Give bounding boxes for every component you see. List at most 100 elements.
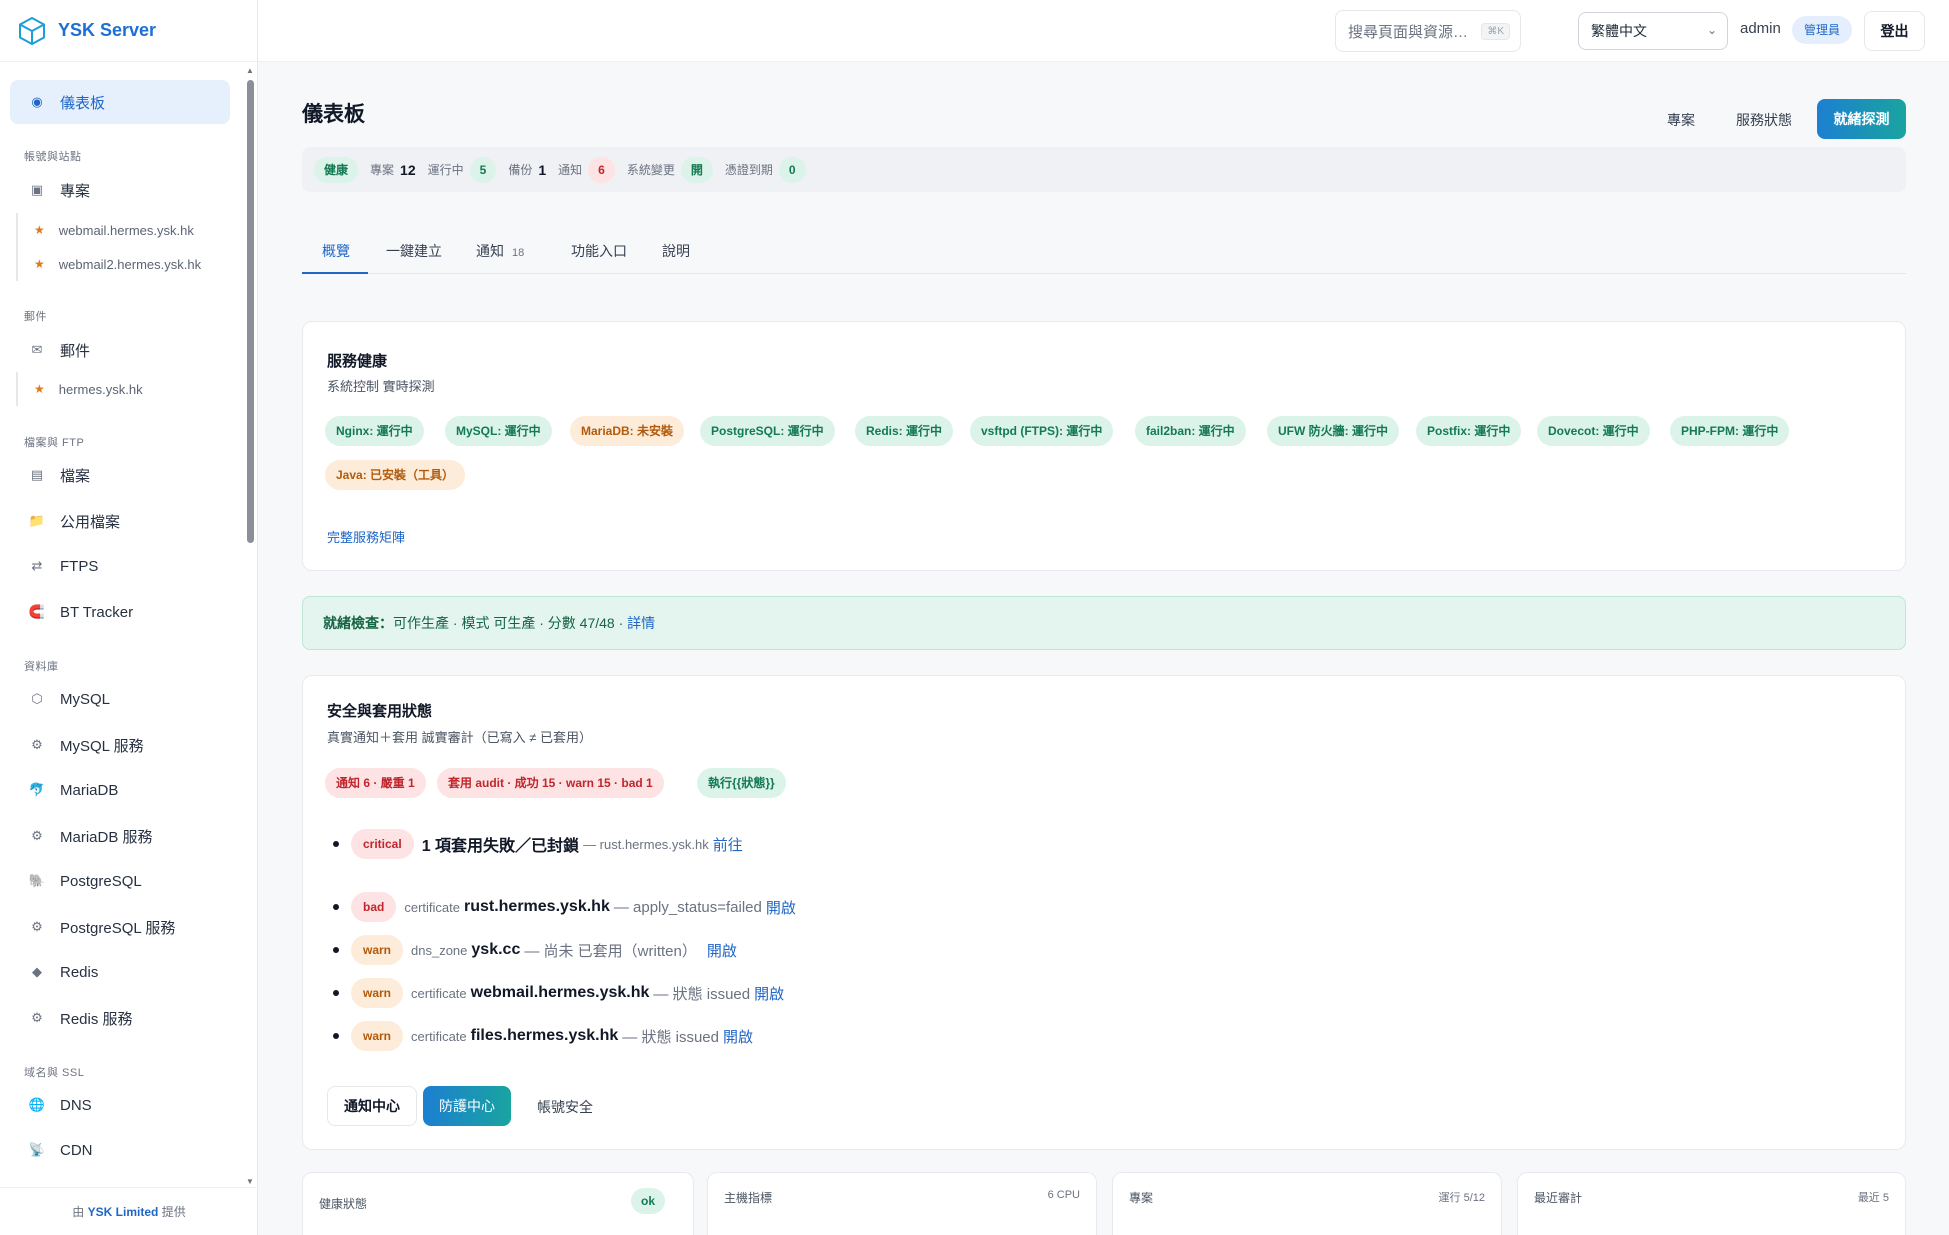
- service-matrix-link[interactable]: 完整服務矩陣: [327, 527, 405, 546]
- issue-open-link[interactable]: 開啟: [707, 940, 737, 961]
- issue-kind: certificate: [404, 899, 460, 915]
- issue-open-link[interactable]: 開啟: [723, 1026, 753, 1047]
- service-chip[interactable]: MySQL: 運行中: [445, 416, 552, 446]
- service-chip[interactable]: MariaDB: 未安裝: [570, 416, 685, 446]
- tab-overview[interactable]: 概覽: [322, 241, 350, 261]
- tab-quick-create[interactable]: 一鍵建立: [386, 241, 442, 261]
- running-count-badge: 5: [469, 156, 497, 183]
- service-status-button[interactable]: 服務狀態: [1736, 110, 1792, 130]
- sidebar-item-label: 專案: [60, 182, 91, 200]
- cube-logo-icon: [19, 16, 45, 45]
- sidebar-footer: 由 YSK Limited 提供: [0, 1187, 258, 1235]
- sidebar-item-mysql[interactable]: ⬡ MySQL: [10, 677, 230, 721]
- cert-expiry-label: 憑證到期: [724, 163, 773, 177]
- sidebar-sub-webmail[interactable]: ★ webmail.hermes.ysk.hk: [16, 213, 242, 247]
- group-label-database: 資料庫: [24, 661, 59, 673]
- sidebar-sub-hermes[interactable]: ★ hermes.ysk.hk: [16, 372, 242, 406]
- running-label: 運行中: [427, 163, 464, 177]
- notify-label: 通知: [558, 163, 583, 177]
- service-chip[interactable]: Nginx: 運行中: [325, 416, 424, 446]
- service-chip[interactable]: UFW 防火牆: 運行中: [1267, 416, 1399, 446]
- sidebar-item-label: 儀表板: [60, 94, 106, 112]
- issue-go-link[interactable]: 前往: [713, 834, 743, 855]
- language-select[interactable]: 繁體中文 ⌄: [1578, 12, 1728, 50]
- mini-card-meta: 最近 5: [1857, 1192, 1889, 1204]
- sidebar-sub-webmail2[interactable]: ★ webmail2.hermes.ysk.hk: [16, 247, 242, 281]
- sidebar-item-label: MySQL 服務: [60, 737, 144, 755]
- service-chip[interactable]: Dovecot: 運行中: [1537, 416, 1650, 446]
- issue-open-link[interactable]: 開啟: [766, 897, 796, 918]
- security-apply-card: 安全與套用狀態 真實通知＋套用 誠實審計（已寫入 ≠ 已套用） 通知 6 · 嚴…: [302, 675, 1906, 1150]
- service-chip[interactable]: Java: 已安裝（工具）: [325, 460, 466, 490]
- health-status-card: 健康狀態 ok: [302, 1172, 694, 1235]
- host-metrics-card: 主機指標 6 CPU: [707, 1172, 1097, 1235]
- username: admin: [1740, 20, 1781, 37]
- sidebar-item-redis[interactable]: ◆ Redis: [10, 950, 230, 994]
- star-icon: ★: [34, 382, 45, 396]
- active-tab-indicator: [302, 272, 368, 274]
- sysdiff-badge: 開: [680, 156, 713, 183]
- database-icon: ⬡: [31, 691, 43, 706]
- scroll-down-arrow-icon[interactable]: ▼: [245, 1177, 255, 1186]
- scroll-thumb[interactable]: [247, 80, 254, 543]
- chevron-down-icon: ⌄: [1706, 23, 1717, 37]
- sidebar-item-files[interactable]: ▤ 檔案: [10, 453, 230, 497]
- sidebar-item-bt-tracker[interactable]: 🧲 BT Tracker: [10, 590, 230, 634]
- sidebar-item-cdn[interactable]: 📡 CDN: [10, 1128, 230, 1172]
- globe-icon: 🌐: [28, 1097, 46, 1112]
- tab-notifications[interactable]: 通知 18: [476, 241, 524, 261]
- service-chip[interactable]: fail2ban: 運行中: [1135, 416, 1246, 446]
- notify-summary-pill: 通知 6 · 嚴重 1: [325, 768, 426, 798]
- readiness-probe-button[interactable]: 就緒探測: [1817, 99, 1906, 139]
- mini-card-title: 健康狀態: [319, 1197, 368, 1211]
- scroll-up-arrow-icon[interactable]: ▲: [245, 66, 255, 75]
- sidebar-item-mariadb-service[interactable]: ⚙ MariaDB 服務: [10, 814, 230, 858]
- projects-icon: ▣: [30, 182, 44, 197]
- projects-button[interactable]: 專案: [1667, 110, 1695, 130]
- service-chip[interactable]: Postfix: 運行中: [1416, 416, 1522, 446]
- service-chip[interactable]: PostgreSQL: 運行中: [700, 416, 835, 446]
- sidebar-item-label: MariaDB 服務: [60, 828, 153, 846]
- notify-center-button[interactable]: 通知中心: [327, 1086, 417, 1126]
- issue-kind: certificate: [411, 1028, 467, 1044]
- issue-detail: — rust.hermes.ysk.hk: [583, 836, 709, 852]
- footer-suffix: 提供: [161, 1205, 186, 1219]
- readiness-details-link[interactable]: 詳情: [627, 615, 655, 631]
- exec-status-pill: 執行{{狀態}}: [697, 768, 786, 798]
- service-chip[interactable]: PHP-FPM: 運行中: [1670, 416, 1790, 446]
- service-chip[interactable]: Redis: 運行中: [855, 416, 954, 446]
- sidebar-item-postgresql[interactable]: 🐘 PostgreSQL: [10, 859, 230, 903]
- sidebar-item-dashboard[interactable]: ◉ 儀表板: [10, 80, 230, 124]
- sidebar-item-projects[interactable]: ▣ 專案: [10, 168, 230, 212]
- sidebar-item-label: PostgreSQL 服務: [60, 919, 176, 937]
- sidebar-item-postgresql-service[interactable]: ⚙ PostgreSQL 服務: [10, 905, 230, 949]
- sidebar-item-mariadb[interactable]: 🐬 MariaDB: [10, 768, 230, 812]
- transfer-icon: ⇄: [31, 558, 43, 573]
- language-value: 繁體中文: [1591, 23, 1647, 39]
- issue-open-link[interactable]: 開啟: [754, 983, 784, 1004]
- sidebar-item-dns[interactable]: 🌐 DNS: [10, 1083, 230, 1127]
- cert-expiry-badge: 0: [778, 156, 806, 183]
- service-chip[interactable]: vsftpd (FTPS): 運行中: [970, 416, 1114, 446]
- sysdiff-label: 系統變更: [626, 163, 675, 177]
- issue-detail: — 狀態 issued: [653, 985, 751, 1003]
- account-security-button[interactable]: 帳號安全: [537, 1097, 593, 1117]
- brand[interactable]: YSK Server: [0, 0, 257, 62]
- search-input[interactable]: 搜尋頁面與資源… ⌘K: [1335, 10, 1521, 52]
- card-subtitle: 真實通知＋套用 誠實審計（已寫入 ≠ 已套用）: [327, 730, 592, 745]
- sidebar-item-redis-service[interactable]: ⚙ Redis 服務: [10, 996, 230, 1040]
- tab-help[interactable]: 說明: [662, 241, 690, 261]
- sidebar-item-mysql-service[interactable]: ⚙ MySQL 服務: [10, 723, 230, 767]
- sidebar-scrollbar[interactable]: ▲ ▼: [245, 66, 255, 1186]
- gear-icon: ⚙: [31, 1010, 43, 1025]
- sidebar-item-public-files[interactable]: 📁 公用檔案: [10, 499, 230, 543]
- tab-feature-entry[interactable]: 功能入口: [571, 241, 627, 261]
- protect-center-button[interactable]: 防護中心: [423, 1086, 511, 1126]
- logout-button[interactable]: 登出: [1864, 11, 1925, 51]
- sidebar-item-label: MySQL: [60, 690, 111, 708]
- sidebar-item-ftps[interactable]: ⇄ FTPS: [10, 544, 230, 588]
- bullet: [333, 947, 339, 953]
- satellite-icon: 📡: [28, 1142, 46, 1157]
- footer-brand-link[interactable]: YSK Limited: [88, 1205, 159, 1219]
- sidebar-item-mail[interactable]: ✉ 郵件: [10, 328, 230, 372]
